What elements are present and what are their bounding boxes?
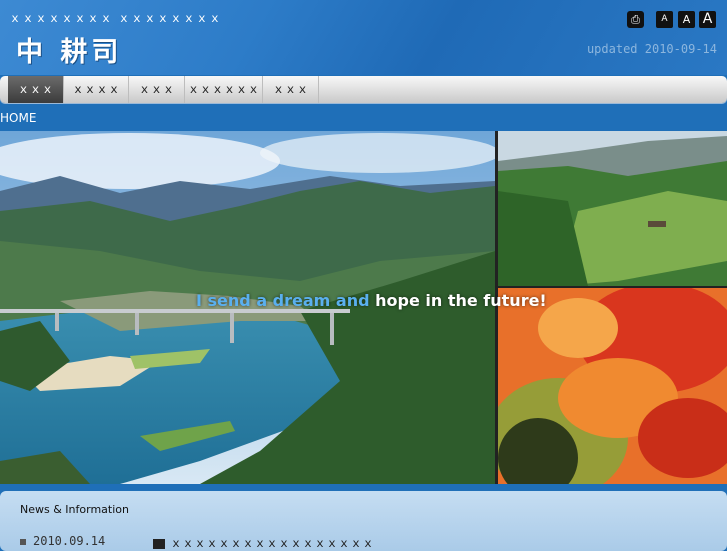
font-size-large-button[interactable]: A: [699, 11, 716, 28]
news-item-text[interactable]: ｘｘｘｘｘｘｘｘｘｘｘｘｘｘｘｘｘ: [170, 536, 374, 550]
slogan-part-white: hope in the future!: [369, 291, 547, 310]
nav-item-2[interactable]: ｘｘｘｘ: [64, 76, 129, 103]
news-date-text: 2010.09.14: [33, 534, 106, 548]
nav-item-5[interactable]: ｘｘｘ: [263, 76, 319, 103]
font-size-medium-button[interactable]: A: [678, 11, 695, 28]
new-badge-icon: [153, 538, 165, 549]
autumn-leaves-image: [498, 288, 727, 484]
header: ｘｘｘｘｘｘｘｘ ｘｘｘｘｘｘｘｘ 中 耕司 ⎙ A A A updated 2…: [0, 0, 727, 75]
slogan-part-blue: I send a dream and: [196, 291, 370, 310]
font-size-small-button[interactable]: A: [656, 11, 673, 28]
news-heading: News & Information: [20, 503, 129, 516]
breadcrumb[interactable]: HOME: [0, 111, 36, 125]
main-nav: ｘｘｘ ｘｘｘｘ ｘｘｘ ｘｘｘｘｘｘ ｘｘｘ: [0, 76, 727, 103]
forest-village-image: [498, 131, 727, 286]
print-icon[interactable]: ⎙: [627, 11, 644, 28]
news-item-link[interactable]: ｘｘｘｘｘｘｘｘｘｘｘｘｘｘｘｘｘ: [153, 534, 374, 551]
site-tagline: ｘｘｘｘｘｘｘｘ ｘｘｘｘｘｘｘｘ: [9, 11, 222, 25]
news-date: 2010.09.14: [20, 534, 105, 548]
nav-item-3[interactable]: ｘｘｘ: [129, 76, 185, 103]
news-section: News & Information 2010.09.14 ｘｘｘｘｘｘｘｘｘｘ…: [0, 491, 727, 551]
nav-item-4[interactable]: ｘｘｘｘｘｘ: [185, 76, 263, 103]
hero-banner: I send a dream and hope in the future!: [0, 131, 727, 484]
site-logo[interactable]: 中 耕司: [16, 30, 122, 69]
nav-item-home[interactable]: ｘｘｘ: [8, 76, 64, 103]
bullet-icon: [20, 538, 26, 545]
hero-slogan: I send a dream and hope in the future!: [196, 291, 547, 310]
updated-date: updated 2010-09-14: [586, 42, 717, 56]
